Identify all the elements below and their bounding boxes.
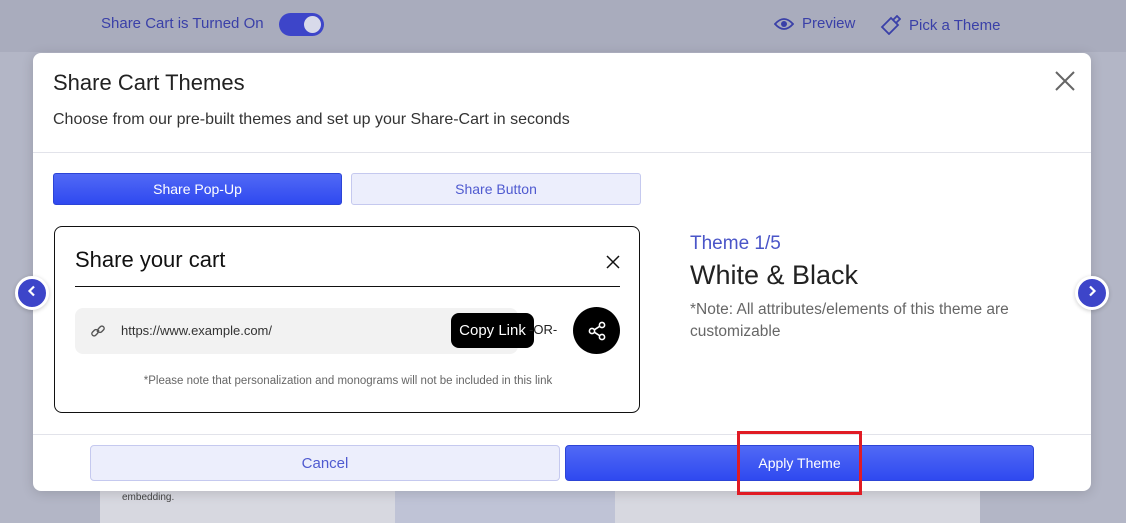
previous-theme-button[interactable] [15,276,49,310]
share-cart-toggle[interactable] [279,13,324,36]
share-cart-themes-modal: Share Cart Themes Choose from our pre-bu… [33,53,1091,491]
tab-share-button[interactable]: Share Button [351,173,641,205]
link-icon [90,323,106,339]
or-separator: -OR- [529,322,558,337]
share-cart-toggle-label: Share Cart is Turned On [101,15,264,32]
close-icon [606,255,620,269]
modal-subtitle: Choose from our pre-built themes and set… [53,111,570,128]
apply-theme-highlight [737,431,862,495]
theme-name: White & Black [690,260,859,290]
theme-preview-card: Share your cart https://www.example.com/… [54,226,640,413]
footer-divider [33,434,1091,435]
preview-title: Share your cart [75,247,226,272]
preview-disclaimer: *Please note that personalization and mo… [143,375,553,387]
pick-theme-link[interactable]: Pick a Theme [879,15,1000,35]
chevron-right-icon [1086,284,1098,302]
share-url-text: https://www.example.com/ [121,323,272,338]
background-text: embedding. [122,492,175,503]
paintbrush-icon [879,15,901,35]
share-icon [573,307,620,354]
theme-note: *Note: All attributes/elements of this t… [690,301,1009,340]
preview-link-label: Preview [802,15,856,32]
tab-share-popup[interactable]: Share Pop-Up [53,173,342,205]
theme-counter: Theme 1/5 [690,233,781,254]
next-theme-button[interactable] [1075,276,1109,310]
cancel-button[interactable]: Cancel [90,445,560,481]
chevron-left-icon [26,284,38,302]
preview-divider [75,286,620,287]
preview-link[interactable]: Preview [774,15,855,32]
header-divider [33,152,1091,153]
toggle-knob [304,16,321,33]
eye-icon [774,17,794,31]
copy-link-button: Copy Link [451,313,534,348]
share-url-box: https://www.example.com/ Copy Link [75,308,534,354]
pick-theme-label: Pick a Theme [909,16,1001,34]
close-icon[interactable] [1053,69,1077,93]
background-graphic [395,490,615,523]
modal-title: Share Cart Themes [53,70,245,95]
